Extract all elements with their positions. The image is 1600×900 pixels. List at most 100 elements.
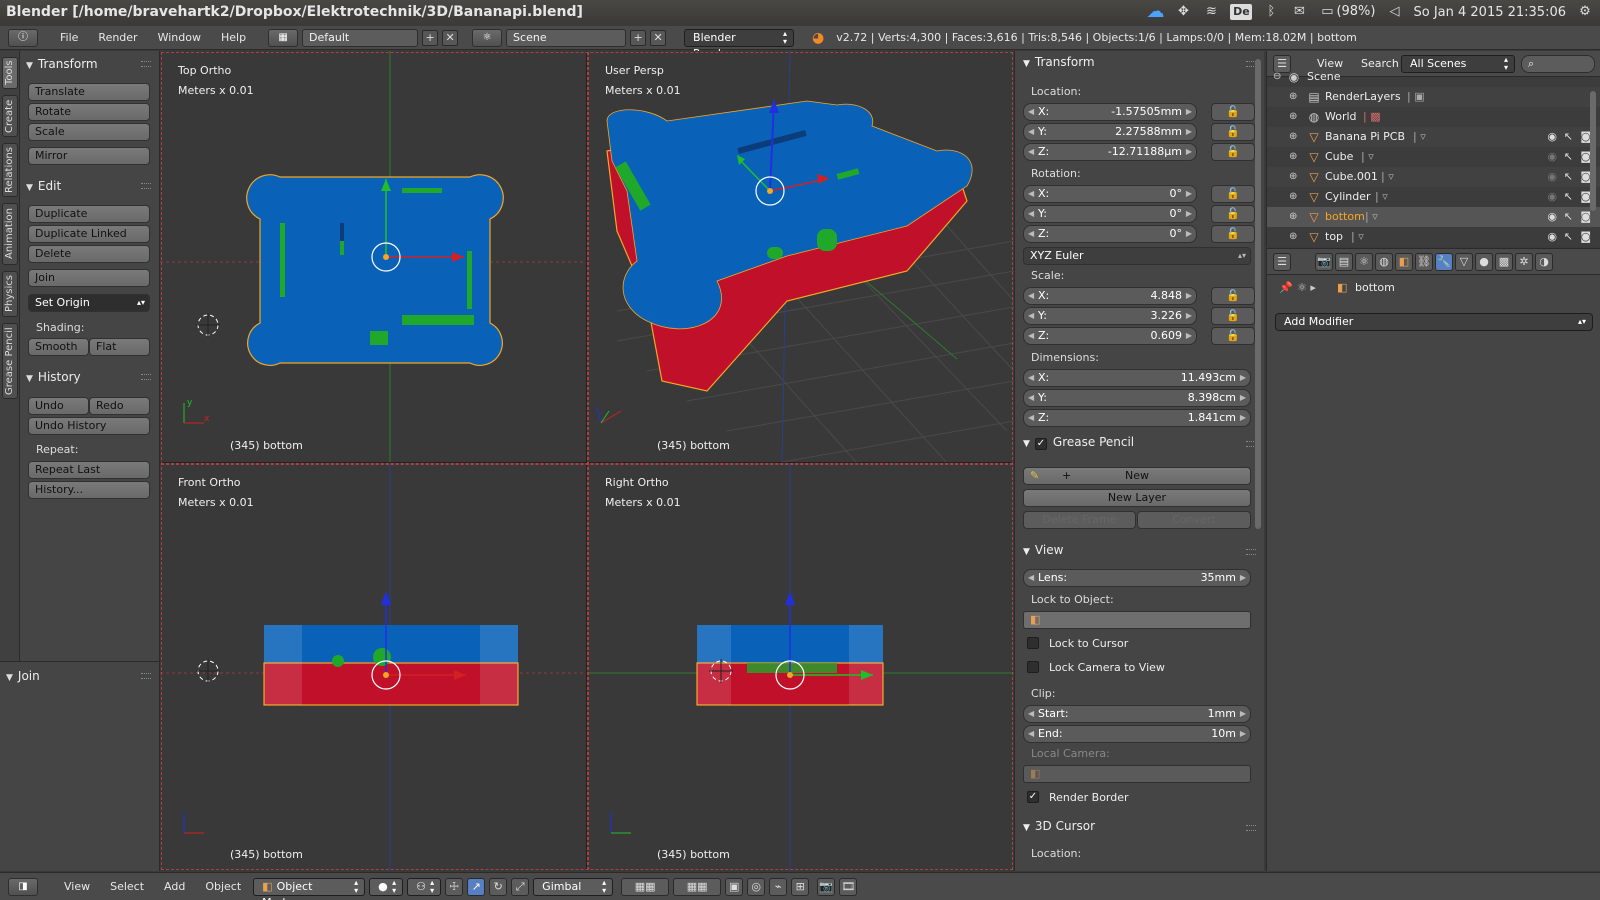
settings-gear-icon[interactable]: ⚙ <box>1576 4 1594 20</box>
tab-grease-pencil[interactable]: Grease Pencil <box>2 323 18 399</box>
edit-panel-header[interactable]: ▼ Edit <box>26 176 61 196</box>
particles-context-icon[interactable]: ✲ <box>1515 253 1533 271</box>
info-editor-type-button[interactable]: ⓘ <box>8 28 38 47</box>
translate-button[interactable]: Translate <box>28 83 150 101</box>
clip-end-field[interactable]: ◀ End: 10m ▶ <box>1023 725 1251 743</box>
outliner-row-scene[interactable]: ⊖ ◉ Scene <box>1267 67 1600 87</box>
keyboard-layout-indicator[interactable]: De <box>1230 4 1253 20</box>
lock-rotation-x-icon[interactable]: 🔓 <box>1211 185 1255 203</box>
menu-view[interactable]: View <box>56 880 98 893</box>
set-origin-dropdown[interactable]: Set Origin ▴▾ <box>28 294 150 312</box>
tab-create[interactable]: Create <box>2 95 18 137</box>
join-button[interactable]: Join <box>28 269 150 287</box>
rotation-x-field[interactable]: ◀ X: 0° ▶ <box>1023 185 1197 203</box>
transform-orientation-dropdown[interactable]: Gimbal <box>533 877 614 896</box>
delete-frame-button[interactable]: Delete Frame <box>1023 511 1136 529</box>
visibility-eye-icon[interactable]: ◉ <box>1547 167 1557 187</box>
menu-file[interactable]: File <box>52 31 86 44</box>
menu-render[interactable]: Render <box>90 31 145 44</box>
delete-button[interactable]: Delete <box>28 245 150 263</box>
battery-indicator[interactable]: ▭ (98%) <box>1318 4 1375 20</box>
visibility-eye-icon[interactable]: ◉ <box>1547 207 1557 227</box>
proportional-edit-icon[interactable]: ◎ <box>747 877 766 896</box>
renderlayers-context-icon[interactable]: ▤ <box>1335 253 1353 271</box>
selectable-cursor-icon[interactable]: ↖ <box>1564 227 1573 247</box>
redo-button[interactable]: Redo <box>89 397 150 415</box>
outliner-row-banana-pi-pcb[interactable]: ⊕ ▽ Banana Pi PCB | ▿ ◉ ↖ ◙ <box>1267 127 1600 147</box>
lock-scale-z-icon[interactable]: 🔓 <box>1211 327 1255 345</box>
outliner-row-cylinder[interactable]: ⊕ ▽ Cylinder | ▿ ◉ ↖ ◙ <box>1267 187 1600 207</box>
panel-grip-icon[interactable] <box>141 61 151 67</box>
viewport-user-persp[interactable]: User Persp Meters x 0.01 (345) bottom <box>587 51 1014 463</box>
volume-icon[interactable]: ◁ <box>1385 4 1403 20</box>
location-z-field[interactable]: ◀ Z: -12.71188µm ▶ <box>1023 143 1197 161</box>
undo-button[interactable]: Undo <box>28 397 89 415</box>
outliner-scrollbar[interactable] <box>1590 91 1596 211</box>
lock-scale-y-icon[interactable]: 🔓 <box>1211 307 1255 325</box>
renderable-camera-icon[interactable]: ◙ <box>1580 227 1591 247</box>
undo-history-button[interactable]: Undo History <box>28 417 150 435</box>
visibility-eye-icon[interactable]: ◉ <box>1547 187 1557 207</box>
menu-help[interactable]: Help <box>213 31 254 44</box>
physics-context-icon[interactable]: ◑ <box>1535 253 1553 271</box>
dropbox-icon[interactable]: ✥ <box>1174 4 1192 20</box>
lens-field[interactable]: ◀ Lens: 35mm ▶ <box>1023 569 1251 587</box>
scale-button[interactable]: Scale <box>28 123 150 141</box>
lock-location-z-icon[interactable]: 🔓 <box>1211 143 1255 161</box>
add-scene-icon[interactable]: + <box>630 29 647 46</box>
lock-to-cursor-checkbox[interactable] <box>1027 637 1039 649</box>
visibility-eye-icon[interactable]: ◉ <box>1547 227 1557 247</box>
render-opengl-icon[interactable]: 📷 <box>817 877 836 896</box>
render-animation-icon[interactable]: 🎞 <box>839 877 858 896</box>
snap-element-icon[interactable]: ⊞ <box>791 877 810 896</box>
layers-grid-1-icon[interactable]: ▦▦ <box>621 877 670 896</box>
render-border-checkbox[interactable]: ✓ <box>1027 791 1039 803</box>
scale-y-field[interactable]: ◀ Y: 3.226 ▶ <box>1023 307 1197 325</box>
properties-editor-type-icon[interactable]: ☰ <box>1273 253 1291 271</box>
rotate-manipulator-icon[interactable]: ↻ <box>489 877 508 896</box>
interaction-mode-dropdown[interactable]: ◧Object Mode <box>253 877 366 900</box>
menu-select[interactable]: Select <box>102 880 152 893</box>
history-button[interactable]: History... <box>28 481 150 499</box>
properties-scrollbar[interactable] <box>1255 59 1261 529</box>
rotation-mode-dropdown[interactable]: XYZ Euler ▴▾ <box>1023 247 1251 265</box>
user-persp-scene[interactable] <box>587 51 1014 463</box>
scene-context-icon[interactable]: ⚛ <box>1355 253 1373 271</box>
modifiers-context-icon[interactable]: 🔧 <box>1435 253 1453 271</box>
scale-z-field[interactable]: ◀ Z: 0.609 ▶ <box>1023 327 1197 345</box>
tab-animation[interactable]: Animation <box>2 203 18 265</box>
outliner-row-cube[interactable]: ⊕ ▽ Cube | ▿ ◉ ↖ ◙ <box>1267 147 1600 167</box>
remove-layout-icon[interactable]: ✕ <box>442 29 459 46</box>
tab-tools[interactable]: Tools <box>2 57 18 89</box>
selectable-cursor-icon[interactable]: ↖ <box>1564 207 1573 227</box>
front-ortho-scene[interactable] <box>160 463 587 871</box>
add-layout-icon[interactable]: + <box>422 29 439 46</box>
lock-scale-x-icon[interactable]: 🔓 <box>1211 287 1255 305</box>
flat-button[interactable]: Flat <box>89 338 150 356</box>
layers-grid-2-icon[interactable]: ▦▦ <box>673 877 722 896</box>
material-context-icon[interactable]: ● <box>1475 253 1493 271</box>
lock-to-object-field[interactable]: ◧ <box>1023 611 1251 629</box>
smooth-button[interactable]: Smooth <box>28 338 89 356</box>
selectable-cursor-icon[interactable]: ↖ <box>1564 127 1573 147</box>
lock-rotation-y-icon[interactable]: 🔓 <box>1211 205 1255 223</box>
location-x-field[interactable]: ◀ X: -1.57505mm ▶ <box>1023 103 1197 121</box>
location-y-field[interactable]: ◀ Y: 2.27588mm ▶ <box>1023 123 1197 141</box>
world-context-icon[interactable]: ◍ <box>1375 253 1393 271</box>
panel-grip-icon[interactable] <box>141 374 151 380</box>
transform-panel-header[interactable]: ▼ Transform <box>1023 55 1095 69</box>
3d-view-editor-type-icon[interactable]: ◨ <box>8 877 38 896</box>
outliner-row-cube-001[interactable]: ⊕ ▽ Cube.001 | ▿ ◉ ↖ ◙ <box>1267 167 1600 187</box>
cloud-icon[interactable]: ☁ <box>1146 3 1164 21</box>
dimension-y-field[interactable]: ◀ Y: 8.398cm ▶ <box>1023 389 1251 407</box>
constraints-context-icon[interactable]: ⛓ <box>1415 253 1433 271</box>
selectable-cursor-icon[interactable]: ↖ <box>1564 187 1573 207</box>
bluetooth-icon[interactable]: ᛒ <box>1262 4 1280 20</box>
pivot-point-dropdown[interactable]: ⚇ <box>407 877 442 896</box>
scene-icon[interactable]: ⚛ <box>472 28 503 47</box>
right-ortho-scene[interactable] <box>587 463 1014 871</box>
lock-layers-icon[interactable]: ▣ <box>725 877 744 896</box>
panel-grip-icon[interactable] <box>141 183 151 189</box>
dimension-z-field[interactable]: ◀ Z: 1.841cm ▶ <box>1023 409 1251 427</box>
menu-add[interactable]: Add <box>156 880 193 893</box>
